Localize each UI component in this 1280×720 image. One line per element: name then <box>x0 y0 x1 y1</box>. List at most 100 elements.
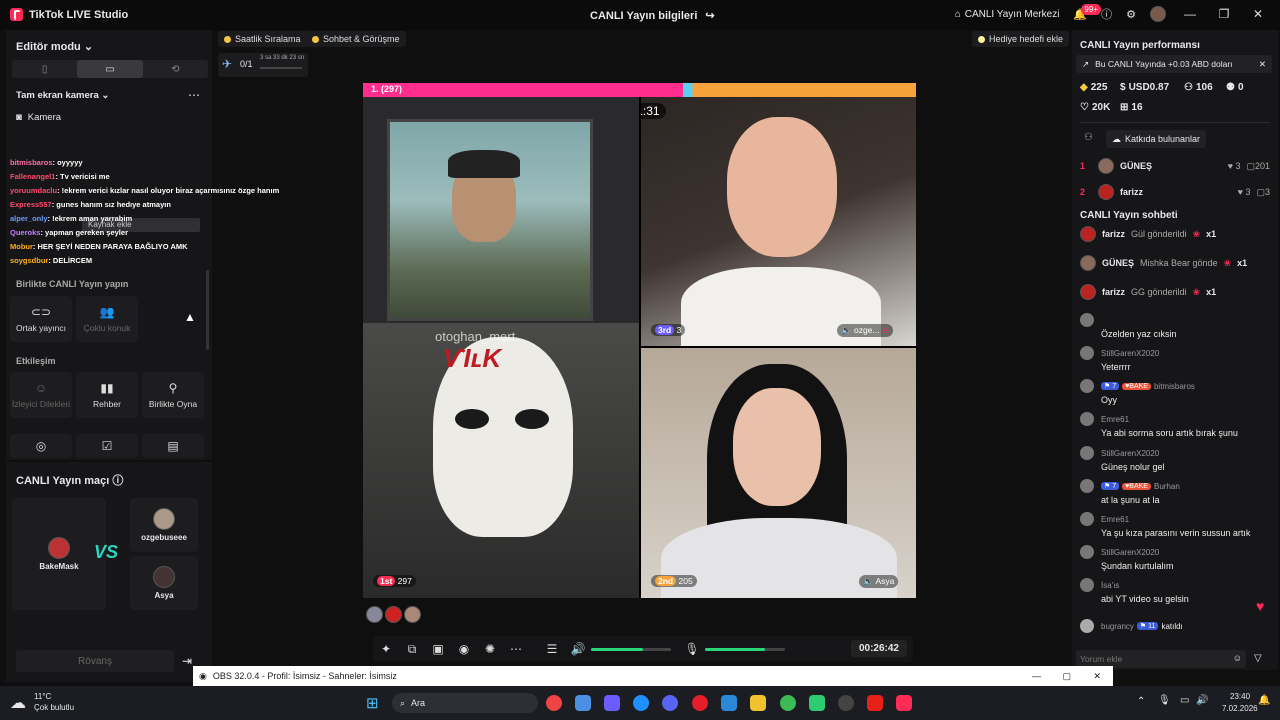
contributor-row[interactable]: 1 GÜNEŞ ♥ 3 ▢201 <box>1080 158 1270 174</box>
obs-close[interactable]: ✕ <box>1093 671 1101 682</box>
scene-add-icon[interactable]: ⧉ <box>399 642 425 657</box>
multi-guest-button[interactable]: 👥 Çoklu konuk <box>76 296 138 342</box>
target-tile[interactable]: ◎ <box>10 434 72 458</box>
source-dropdown[interactable]: Tam ekran kamera ⌄ <box>16 90 109 101</box>
store-icon[interactable] <box>575 695 591 711</box>
add-user-icon[interactable]: ⚇ <box>1084 132 1093 143</box>
obs-minimize[interactable]: — <box>1032 671 1041 681</box>
taskbar-search[interactable]: ⌕ Ara <box>392 693 538 713</box>
opponent-card-2[interactable]: Asya <box>130 556 198 610</box>
hearts-value: 3 <box>1235 161 1241 171</box>
viewer-wishes-button[interactable]: ☺ İzleyici Dilekleri <box>10 372 72 418</box>
contributors-button[interactable]: ☁ Katkıda bulunanlar <box>1106 130 1207 148</box>
editor-mode-dropdown[interactable]: Editör modu ⌄ <box>16 40 93 53</box>
weather-text: Çok bulutlu <box>34 703 75 712</box>
microphone-icon[interactable]: 🎙 <box>1158 695 1171 706</box>
maximize-button[interactable]: ❐ <box>1214 7 1234 21</box>
exit-icon[interactable]: ⇥ <box>182 654 192 668</box>
speaker-icon[interactable]: 🔊 <box>565 642 591 656</box>
layout-icon[interactable]: ▣ <box>425 642 451 656</box>
opera-icon[interactable] <box>692 695 708 711</box>
hourly-ranking-button[interactable]: Saatlik Sıralama <box>218 31 307 47</box>
obs-taskbar-icon[interactable] <box>838 695 854 711</box>
play-together-label: Birlikte Oyna <box>148 399 198 409</box>
checklist-tile[interactable]: ☑ <box>76 434 138 458</box>
face-shape <box>727 117 837 257</box>
play-together-button[interactable]: ⚲ Birlikte Oyna <box>142 372 204 418</box>
tiktok-taskbar-icon[interactable] <box>896 695 912 711</box>
equalizer-icon[interactable]: ☰ <box>539 642 565 656</box>
help-icon[interactable]: ⓘ <box>112 475 123 487</box>
live-info-button[interactable]: CANLI Yayın bilgileri ↪ <box>590 9 715 23</box>
edge-icon[interactable] <box>633 695 649 711</box>
contributor-name: farizz <box>1120 187 1144 197</box>
mic-slider[interactable] <box>705 647 785 651</box>
gift-text: Mishka Bear gönde <box>1140 258 1218 268</box>
level-badge: ⚑ 7 <box>1101 482 1120 490</box>
gear-icon[interactable]: ⚙ <box>1126 8 1136 21</box>
host-card[interactable]: BakeMask <box>12 498 106 610</box>
avatar <box>48 537 70 559</box>
live-center-button[interactable]: ⌂ CANLI Yayın Merkezi <box>955 9 1060 20</box>
guest-name-tag[interactable]: 🔈 ozge... ⊕ <box>837 324 893 337</box>
camera-source[interactable]: ◙ Kamera <box>16 112 61 123</box>
effects-icon[interactable]: ✺ <box>477 642 503 656</box>
folder-icon[interactable] <box>750 695 766 711</box>
opponent-card[interactable]: ozgebuseee <box>130 498 198 552</box>
overlay-chat-line: bitmisbaros: oyyyyy <box>10 158 83 167</box>
chat-text: Ya şu kıza parasını verin sussun artık <box>1101 528 1251 538</box>
more-icon[interactable]: ⋯ <box>188 88 200 102</box>
top-gifters[interactable] <box>366 606 421 623</box>
app-icon[interactable] <box>809 695 825 711</box>
portrait-icon[interactable]: ▯ <box>12 60 77 78</box>
profile-avatar[interactable] <box>1150 6 1166 22</box>
close-button[interactable]: ✕ <box>1248 7 1268 21</box>
chat-author: Emre61 <box>1101 514 1130 524</box>
more-icon[interactable]: ⋯ <box>503 642 529 656</box>
scrollbar[interactable] <box>206 270 209 350</box>
box-tile[interactable]: ▤ <box>142 434 204 458</box>
contributor-row[interactable]: 2 farizz ♥ 3 ▢3 <box>1080 184 1270 200</box>
chat-meet-button[interactable]: Sohbet & Görüşme <box>306 31 406 47</box>
minimize-button[interactable]: — <box>1180 7 1200 21</box>
landscape-icon[interactable]: ▭ <box>77 60 143 78</box>
heart-icon[interactable]: ♥ <box>1256 598 1264 614</box>
rematch-button[interactable]: Rövanş <box>16 650 174 672</box>
microphone-icon[interactable]: 🎙 <box>679 642 705 656</box>
rotate-icon[interactable]: ⟲ <box>143 60 208 78</box>
goal-widget[interactable]: ✈ 0/1 3 sa 33 dk 23 sn <box>218 53 308 77</box>
windows-start-icon[interactable]: ⊞ <box>366 694 379 712</box>
guest-name-tag[interactable]: 🔈 Asya <box>859 575 899 588</box>
filter-icon[interactable]: ▽ <box>1254 653 1262 664</box>
obs-title: OBS 32.0.4 - Profil: İsimsiz - Sahneler:… <box>212 671 397 681</box>
volume-slider[interactable] <box>591 647 671 651</box>
chat-message: : gunes hanım sız hedıye atmayın <box>51 200 171 209</box>
magic-wand-icon[interactable]: ✦ <box>373 642 399 656</box>
chevron-up-icon[interactable]: ⌃ <box>1137 696 1145 707</box>
stream-controls: ✦ ⧉ ▣ ◉ ✺ ⋯ ☰ 🔊 🎙 00:26:42 <box>373 636 913 662</box>
notification-icon[interactable]: 🔔 <box>1258 695 1270 706</box>
mail-icon[interactable] <box>721 695 737 711</box>
teams-icon[interactable] <box>604 695 620 711</box>
chrome-alt-icon[interactable] <box>780 695 796 711</box>
monitor-icon[interactable]: ▭ <box>1180 695 1189 706</box>
earnings-notice: ↗ Bu CANLI Yayında +0.03 ABD doları ✕ <box>1076 55 1272 73</box>
youtube-icon[interactable] <box>867 695 883 711</box>
orientation-switch[interactable]: ▯ ▭ ⟲ <box>12 60 208 78</box>
close-icon[interactable]: ✕ <box>1259 59 1266 70</box>
volume-icon[interactable]: 🔊 <box>1196 695 1208 706</box>
notifications-button[interactable]: 🔔 99+ <box>1073 3 1101 21</box>
obs-maximize[interactable]: ▢ <box>1062 671 1071 682</box>
discord-icon[interactable] <box>662 695 678 711</box>
emoji-icon[interactable]: ☺ <box>1233 653 1242 663</box>
cohost-button[interactable]: ⊂⊃ Ortak yayıncı <box>10 296 72 342</box>
gift-goal-button[interactable]: Hediye hedefi ekle <box>972 31 1070 47</box>
obs-window-bar[interactable]: ◉ OBS 32.0.4 - Profil: İsimsiz - Sahnele… <box>193 666 1113 686</box>
chat-message: ⚑ 7 ♥BAKE bitmisbaros Oyy <box>1080 379 1270 405</box>
clock-date: 7.02.2026 <box>1222 704 1258 713</box>
record-icon[interactable]: ◉ <box>451 642 477 656</box>
help-icon[interactable]: ⓘ <box>1101 6 1112 22</box>
chrome-icon[interactable] <box>546 695 562 711</box>
watermark-text: otoghan_mert <box>435 329 516 344</box>
guide-button[interactable]: ▮▮ Rehber <box>76 372 138 418</box>
